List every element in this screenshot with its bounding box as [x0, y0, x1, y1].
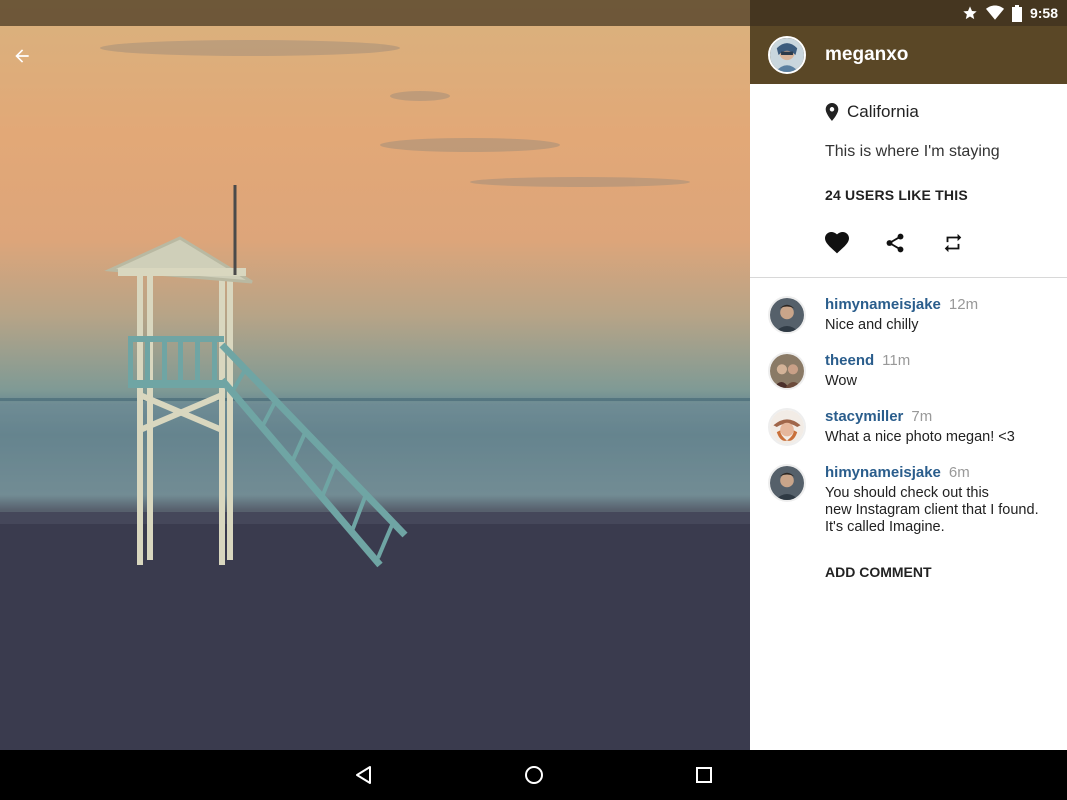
commenter-avatar-image	[770, 410, 804, 444]
comment-item: theend 11m Wow	[750, 352, 1067, 390]
nav-back-button[interactable]	[344, 755, 384, 795]
add-comment-button[interactable]: ADD COMMENT	[825, 564, 932, 580]
share-button[interactable]	[883, 231, 907, 255]
comment-username[interactable]: himynameisjake	[825, 464, 941, 481]
commenter-avatar[interactable]	[768, 464, 806, 502]
owner-avatar-image	[770, 38, 804, 72]
owner-avatar[interactable]	[768, 36, 806, 74]
comment-text: What a nice photo megan! <3	[825, 429, 1015, 445]
comment-time: 6m	[948, 464, 970, 481]
comment-time: 7m	[911, 408, 933, 425]
circle-home-icon	[524, 766, 543, 784]
location-pin-icon	[825, 103, 839, 121]
status-bar: 9:58	[750, 0, 1067, 26]
system-nav-bar	[0, 750, 1067, 800]
comment-text: Wow	[825, 373, 857, 389]
location-label: California	[847, 102, 919, 121]
commenter-avatar-image	[770, 354, 804, 388]
owner-username[interactable]: meganxo	[825, 44, 908, 66]
comment-username[interactable]: stacymiller	[825, 408, 903, 425]
post-actions	[825, 231, 1067, 255]
lifeguard-tower-illustration	[0, 40, 750, 750]
post-photo	[0, 0, 750, 750]
location[interactable]: California	[825, 102, 1067, 122]
repeat-icon	[944, 233, 962, 253]
nav-recents-button[interactable]	[684, 755, 724, 795]
commenter-avatar-image	[770, 298, 804, 332]
commenter-avatar[interactable]	[768, 296, 806, 334]
nav-home-button[interactable]	[514, 755, 554, 795]
comment-item: stacymiller 7m What a nice photo megan! …	[750, 408, 1067, 446]
comment-item: himynameisjake 12m Nice and chilly	[750, 296, 1067, 334]
star-icon	[963, 6, 977, 20]
share-icon	[886, 233, 904, 253]
comments-list: himynameisjake 12m Nice and chilly theen…	[750, 278, 1067, 582]
square-recents-icon	[695, 767, 712, 783]
back-arrow-icon	[15, 49, 29, 63]
heart-icon	[825, 232, 849, 254]
comment-text: You should check out this new Instagram …	[825, 485, 1039, 535]
comment-username[interactable]: himynameisjake	[825, 296, 941, 313]
comment-username[interactable]: theend	[825, 352, 874, 369]
likes-count[interactable]: 24 USERS LIKE THIS	[825, 187, 1067, 203]
wifi-icon	[985, 5, 1004, 20]
commenter-avatar[interactable]	[768, 352, 806, 390]
commenter-avatar[interactable]	[768, 408, 806, 446]
post-info: California This is where I'm staying 24 …	[750, 84, 1067, 255]
triangle-back-icon	[355, 766, 371, 784]
like-button[interactable]	[825, 231, 849, 255]
back-button[interactable]	[12, 46, 46, 72]
clock: 9:58	[1029, 5, 1058, 21]
battery-icon	[1011, 4, 1022, 22]
post-details-panel: meganxo California This is where I'm sta…	[750, 26, 1067, 750]
commenter-avatar-image	[770, 466, 804, 500]
comment-time: 11m	[882, 352, 911, 369]
comment-time: 12m	[948, 296, 979, 313]
repost-button[interactable]	[941, 231, 965, 255]
post-caption: This is where I'm staying	[825, 143, 1000, 160]
post-header: meganxo	[750, 26, 1067, 84]
comment-text: Nice and chilly	[825, 317, 919, 333]
comment-item: himynameisjake 6m You should check out t…	[750, 464, 1067, 536]
